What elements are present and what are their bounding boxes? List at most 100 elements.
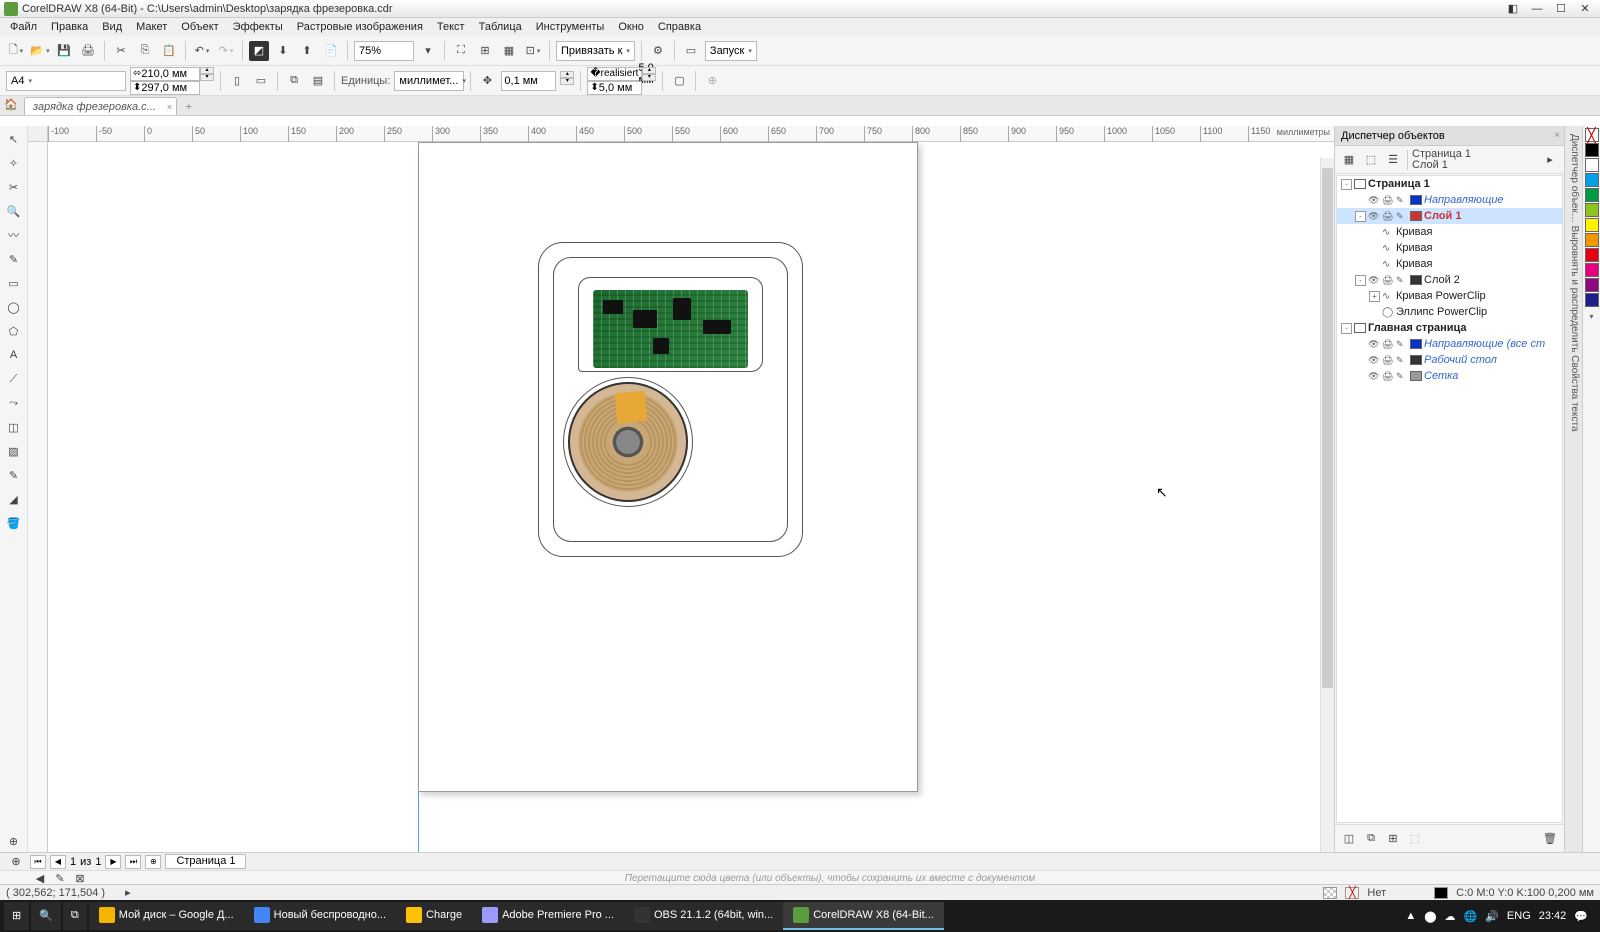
tree-row[interactable]: ∿Кривая	[1337, 240, 1562, 256]
zoom-tool[interactable]: 🔍	[3, 200, 25, 222]
zoom-dropdown-icon[interactable]: ▾	[418, 41, 438, 61]
show-grid-button[interactable]: ▦	[499, 41, 519, 61]
prev-page-button[interactable]: ◀	[50, 855, 66, 869]
export-button[interactable]: ⬆	[297, 41, 317, 61]
welcome-tab-icon[interactable]: 🏠	[4, 98, 20, 114]
taskbar-app[interactable]: Charge	[396, 902, 472, 930]
show-rulers-button[interactable]: ⊞	[475, 41, 495, 61]
canvas[interactable]: -100-50050100150200250300350400450500550…	[28, 126, 1334, 852]
color-swatch[interactable]	[1585, 248, 1599, 262]
fullscreen-button[interactable]: ⛶	[451, 41, 471, 61]
taskbar-app[interactable]: OBS 21.1.2 (64bit, win...	[624, 902, 783, 930]
docker-tabs[interactable]: Диспетчер объек… Выровнять и распределит…	[1564, 126, 1582, 852]
layer-manager-view-button[interactable]: ☰	[1383, 150, 1403, 170]
copy-button[interactable]: ⎘	[135, 41, 155, 61]
units-combo[interactable]: миллимет...	[394, 71, 464, 91]
all-pages-button[interactable]: ⧉	[284, 71, 304, 91]
vertical-ruler[interactable]	[28, 142, 48, 852]
new-master-layer-button[interactable]: ⧉	[1361, 829, 1381, 849]
window-extra-icon[interactable]: ◧	[1502, 2, 1524, 16]
landscape-button[interactable]: ▭	[251, 71, 271, 91]
pick-tool[interactable]: ↖	[3, 128, 25, 150]
crop-tool[interactable]: ✂	[3, 176, 25, 198]
tray-icon[interactable]: ☁	[1445, 910, 1456, 923]
menu-object[interactable]: Объект	[175, 20, 224, 34]
parallel-dim-tool[interactable]: ⟋	[3, 368, 25, 390]
nudge-input[interactable]: 0,1 мм	[501, 71, 556, 91]
duplicate-y-input[interactable]: ⬍ 5,0 мм	[587, 81, 642, 95]
tree-row[interactable]: 👁🖨✎Направляющие	[1337, 192, 1562, 208]
app-launcher-icon[interactable]: ▭	[681, 41, 701, 61]
pcb-image[interactable]	[593, 290, 748, 368]
new-button[interactable]: 🗋	[6, 41, 26, 61]
palette-scroll-down-icon[interactable]: ▾	[1589, 312, 1593, 321]
taskbar-app[interactable]: Мой диск – Google Д...	[89, 902, 244, 930]
paste-button[interactable]: 📋	[159, 41, 179, 61]
color-swatch[interactable]	[1585, 278, 1599, 292]
current-page-button[interactable]: ▤	[308, 71, 328, 91]
menu-edit[interactable]: Правка	[45, 20, 94, 34]
spinner-up[interactable]: ▴	[560, 71, 574, 78]
menu-effects[interactable]: Эффекты	[227, 20, 289, 34]
drop-shadow-tool[interactable]: ◫	[3, 416, 25, 438]
page-width-input[interactable]: ⬄ 210,0 мм	[130, 67, 200, 81]
artistic-media-tool[interactable]: ✎	[3, 248, 25, 270]
ellipse-tool[interactable]: ◯	[3, 296, 25, 318]
no-fill-icon[interactable]: ╳	[1345, 887, 1359, 899]
tray-clock[interactable]: 23:42	[1539, 910, 1567, 922]
treat-as-filled-button[interactable]: ▢	[669, 71, 689, 91]
page-height-input[interactable]: ⬍ 297,0 мм	[130, 81, 200, 95]
tree-row[interactable]: 👁🖨✎Сетка	[1337, 368, 1562, 384]
tree-row[interactable]: ◯Эллипс PowerClip	[1337, 304, 1562, 320]
document-tab[interactable]: зарядка фрезеровка.c...×	[24, 97, 177, 115]
task-view-button[interactable]: ⧉	[63, 902, 87, 930]
tree-row[interactable]: -👁🖨✎Слой 2	[1337, 272, 1562, 288]
print-button[interactable]: 🖨	[78, 41, 98, 61]
color-swatch[interactable]	[1585, 218, 1599, 232]
color-swatch[interactable]	[1585, 143, 1599, 157]
show-obj-props-button[interactable]: ▦	[1339, 150, 1359, 170]
taskbar-app[interactable]: Adobe Premiere Pro ...	[472, 902, 624, 930]
taskbar-app[interactable]: CorelDRAW X8 (64-Bit...	[783, 902, 944, 930]
menu-bitmap[interactable]: Растровые изображения	[291, 20, 429, 34]
show-guides-button[interactable]: ⊡	[523, 41, 543, 61]
duplicate-x-input[interactable]: �realisiert 5,0 мм	[587, 67, 642, 81]
spinner-down[interactable]: ▾	[200, 74, 214, 81]
freehand-tool[interactable]: 〰	[3, 224, 25, 246]
paper-size-combo[interactable]: A4	[6, 71, 126, 91]
spinner-up[interactable]: ▴	[200, 67, 214, 74]
new-layer-button[interactable]: ◫	[1339, 829, 1359, 849]
polygon-tool[interactable]: ⬠	[3, 320, 25, 342]
quick-customize-button[interactable]: ⊕	[3, 830, 25, 852]
rectangle-tool[interactable]: ▭	[3, 272, 25, 294]
add-page-after-button[interactable]: ⊕	[145, 855, 161, 869]
menu-file[interactable]: Файл	[4, 20, 43, 34]
tree-row[interactable]: 👁🖨✎Направляющие (все ст	[1337, 336, 1562, 352]
text-tool[interactable]: A	[3, 344, 25, 366]
cut-button[interactable]: ✂	[111, 41, 131, 61]
search-content-button[interactable]: ◩	[249, 41, 269, 61]
zoom-combo[interactable]: 75%	[354, 41, 414, 61]
tray-icon[interactable]: ⬤	[1424, 910, 1436, 923]
portrait-button[interactable]: ▯	[227, 71, 247, 91]
tree-row[interactable]: ∿Кривая	[1337, 256, 1562, 272]
color-swatch[interactable]	[1585, 263, 1599, 277]
tray-volume-icon[interactable]: 🔊	[1485, 910, 1499, 923]
open-button[interactable]: 📂	[30, 41, 50, 61]
snap-combo[interactable]: Привязать к	[556, 41, 635, 61]
panel-close-icon[interactable]: ×	[1554, 130, 1560, 141]
next-page-button[interactable]: ▶	[105, 855, 121, 869]
color-swatch[interactable]	[1585, 203, 1599, 217]
tree-row[interactable]: 👁🖨✎Рабочий стол	[1337, 352, 1562, 368]
color-swatch[interactable]	[1585, 293, 1599, 307]
color-swatch[interactable]	[1585, 233, 1599, 247]
taskbar-app[interactable]: Новый беспроводно...	[244, 902, 396, 930]
start-button[interactable]: ⊞	[4, 902, 29, 930]
add-page-button[interactable]: ⊕	[6, 852, 26, 872]
redo-button[interactable]: ↷	[216, 41, 236, 61]
tray-lang[interactable]: ENG	[1507, 910, 1531, 922]
spinner-down[interactable]: ▾	[560, 78, 574, 85]
tray-notifications-icon[interactable]: 💬	[1574, 910, 1588, 923]
panel-title-bar[interactable]: Диспетчер объектов ×	[1335, 126, 1564, 146]
menu-view[interactable]: Вид	[96, 20, 128, 34]
